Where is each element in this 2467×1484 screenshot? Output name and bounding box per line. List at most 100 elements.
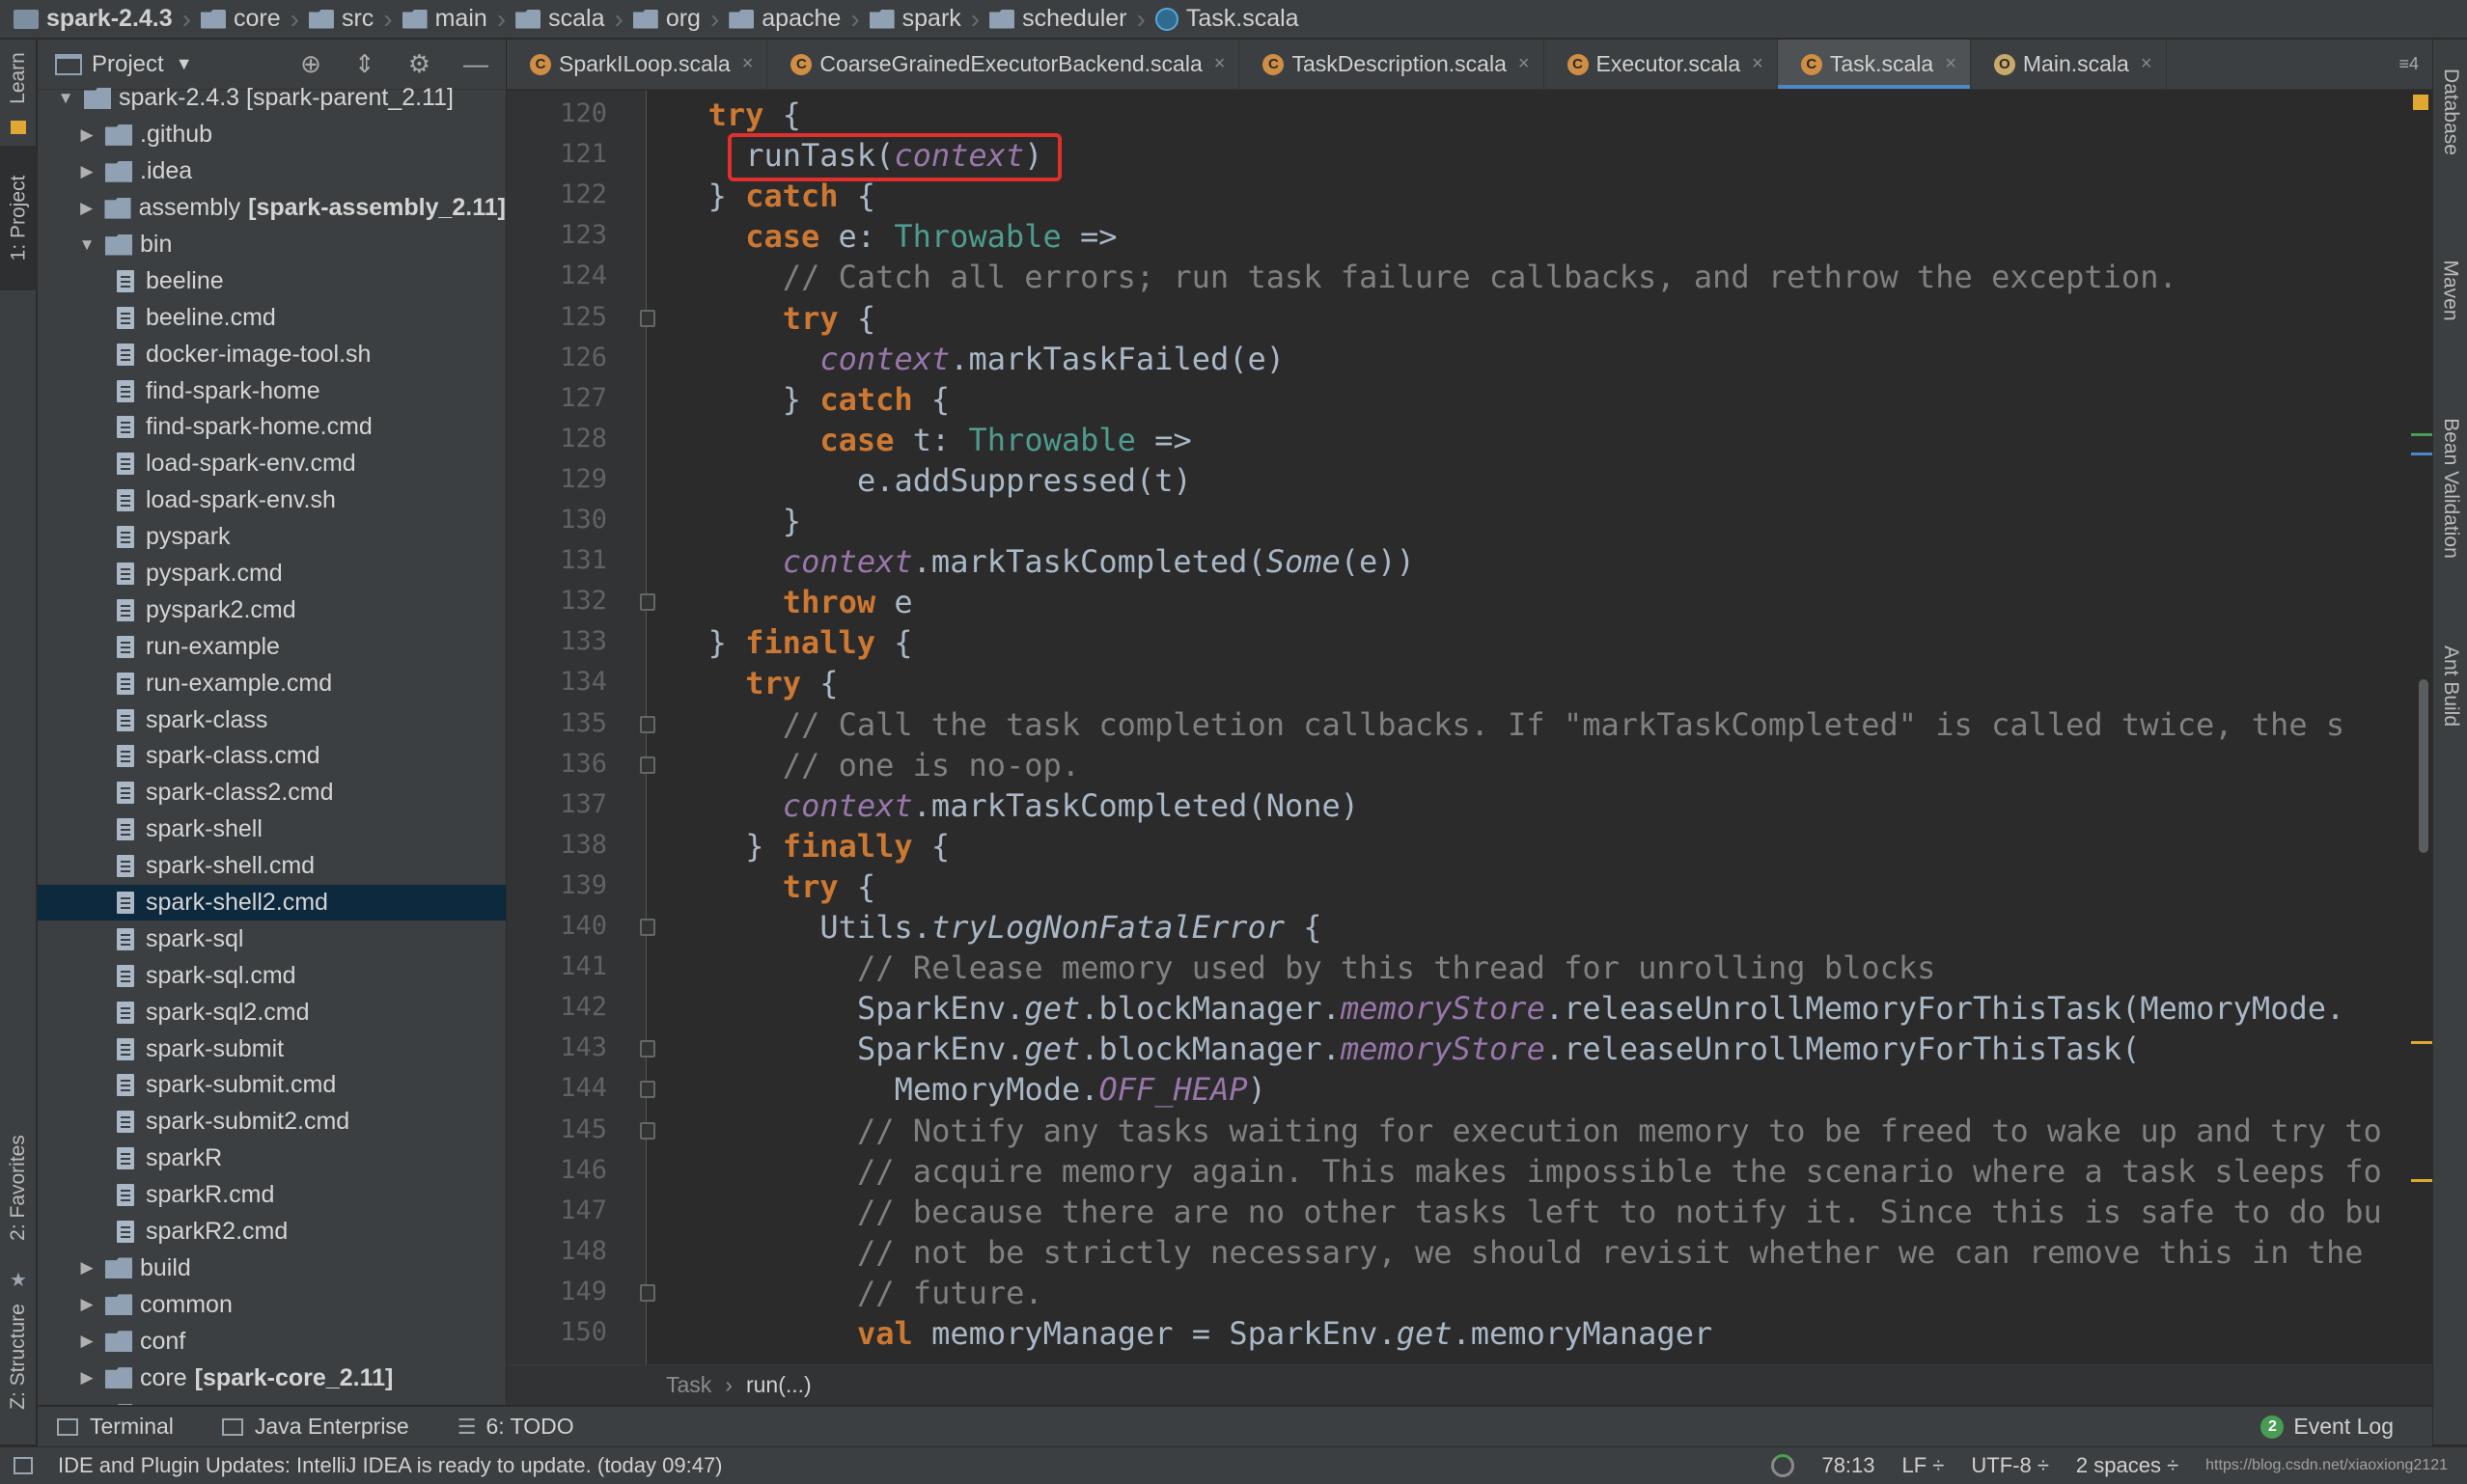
status-message[interactable]: IDE and Plugin Updates: IntelliJ IDEA is… (58, 1453, 723, 1478)
editor-tab[interactable]: C Task.scala × (1777, 40, 1971, 89)
breadcrumb-item[interactable]: spark (869, 5, 961, 33)
code-line[interactable]: } catch { (708, 176, 875, 216)
breadcrumb-item[interactable]: apache (729, 5, 841, 33)
tree-file[interactable]: find-spark-home.cmd (38, 409, 506, 446)
expand-right-icon[interactable]: ▶ (78, 1368, 96, 1388)
expand-right-icon[interactable]: ▶ (78, 125, 96, 145)
learn-tab[interactable]: Learn (0, 40, 37, 117)
editor-tab[interactable]: O Main.scala × (1971, 40, 2167, 89)
chevron-down-icon[interactable]: ▼ (176, 54, 193, 74)
close-icon[interactable]: × (1752, 53, 1763, 75)
terminal-button[interactable]: Terminal (57, 1414, 174, 1440)
editor-tab[interactable]: C CoarseGrainedExecutorBackend.scala × (767, 40, 1240, 89)
code-line[interactable]: } catch { (783, 379, 950, 420)
tab-overflow-button[interactable]: ≡4 (2398, 40, 2432, 89)
tree-file[interactable]: spark-class.cmd (38, 738, 506, 775)
tree-file[interactable]: docker-image-tool.sh (38, 336, 506, 372)
breadcrumb-item[interactable]: main (402, 5, 487, 33)
favorites-tool-tab[interactable]: 2: Favorites (0, 1111, 37, 1265)
code-line[interactable]: context.markTaskCompleted(None) (783, 785, 1359, 826)
code-line[interactable]: } (783, 501, 801, 541)
editor-tab[interactable]: C TaskDescription.scala × (1239, 40, 1544, 89)
code-line[interactable]: case e: Throwable => (745, 216, 1117, 257)
expand-down-icon[interactable]: ▼ (78, 235, 96, 255)
change-marker[interactable] (2411, 433, 2432, 436)
tree-folder[interactable]: ▶ assembly [spark-assembly_2.11] (38, 190, 506, 227)
tree-file[interactable]: spark-class (38, 701, 506, 738)
tree-file[interactable]: load-spark-env.cmd (38, 446, 506, 482)
tree-file[interactable]: sparkR (38, 1140, 506, 1177)
editor-scrollbar[interactable] (2409, 91, 2432, 1364)
tree-file[interactable]: find-spark-home (38, 372, 506, 409)
warning-stripe[interactable] (2411, 1041, 2432, 1044)
code-line[interactable]: MemoryMode.OFF_HEAP) (895, 1069, 1266, 1110)
code-line[interactable]: // Release memory used by this thread fo… (857, 948, 1935, 988)
code-line[interactable]: // acquire memory again. This makes impo… (857, 1151, 2382, 1192)
code-line[interactable]: // Notify any tasks waiting for executio… (857, 1111, 2382, 1151)
expand-right-icon[interactable]: ▶ (78, 162, 96, 181)
warning-stripe[interactable] (2411, 1179, 2432, 1182)
code-line[interactable]: // Catch all errors; run task failure ca… (783, 257, 2177, 297)
tree-file[interactable]: sparkR2.cmd (38, 1214, 506, 1250)
expand-right-icon[interactable]: ▶ (78, 199, 95, 218)
tree-folder[interactable]: ▶ build (38, 1250, 506, 1287)
breadcrumb-class[interactable]: Task (666, 1372, 711, 1398)
fold-marker-icon[interactable] (640, 309, 655, 327)
tree-folder[interactable]: ▶ common (38, 1286, 506, 1323)
expand-right-icon[interactable]: ▶ (78, 1258, 96, 1278)
project-view-selector[interactable]: Project (92, 51, 164, 78)
tree-file[interactable]: load-spark-env.sh (38, 482, 506, 519)
tree-file[interactable]: spark-submit.cmd (38, 1067, 506, 1104)
warning-marker[interactable] (2413, 95, 2428, 110)
tree-file[interactable]: pyspark (38, 519, 506, 556)
file-encoding[interactable]: UTF-8 ÷ (1971, 1453, 2049, 1478)
tree-file[interactable]: pyspark2.cmd (38, 591, 506, 628)
code-line[interactable]: case t: Throwable => (819, 420, 1191, 460)
java-enterprise-button[interactable]: Java Enterprise (221, 1414, 409, 1440)
tree-file[interactable]: run-example (38, 628, 506, 665)
code-line[interactable]: try { (745, 663, 838, 703)
code-line[interactable]: // one is no-op. (783, 745, 1080, 785)
tree-file[interactable]: spark-sql2.cmd (38, 994, 506, 1031)
tree-file[interactable]: spark-shell.cmd (38, 848, 506, 885)
tree-folder[interactable]: ▶ .idea (38, 153, 506, 190)
tree-file[interactable]: spark-shell2.cmd (38, 884, 506, 921)
tree-file[interactable]: spark-submit (38, 1031, 506, 1067)
locate-icon[interactable]: ⊕ (300, 49, 321, 79)
caret-position[interactable]: 78:13 (1821, 1453, 1874, 1478)
breadcrumb-item[interactable]: scala (515, 5, 604, 33)
fold-marker-icon[interactable] (640, 1283, 655, 1302)
editor-tab[interactable]: C Executor.scala × (1544, 40, 1778, 89)
code-line[interactable]: try { (708, 95, 801, 135)
fold-marker-icon[interactable] (640, 1121, 655, 1140)
bean-validation-tool-tab[interactable]: Bean Validation (2433, 363, 2467, 614)
editor-tab[interactable]: C SparkILoop.scala × (507, 40, 768, 89)
breadcrumb-method[interactable]: run(...) (746, 1372, 812, 1398)
tree-file[interactable]: pyspark.cmd (38, 556, 506, 592)
close-icon[interactable]: × (1518, 53, 1530, 75)
ant-build-tool-tab[interactable]: Ant Build (2433, 590, 2467, 783)
breadcrumb-item[interactable]: src (308, 5, 374, 33)
close-icon[interactable]: × (742, 53, 754, 75)
breadcrumb-item[interactable]: core (200, 5, 281, 33)
tree-folder[interactable]: ▶ .github (38, 117, 506, 153)
code-line[interactable]: // future. (857, 1273, 1043, 1313)
fold-marker-icon[interactable] (640, 1081, 655, 1099)
tree-folder[interactable]: ▼ spark-2.4.3 [spark-parent_2.11] (38, 80, 506, 117)
tree-file[interactable]: beeline.cmd (38, 299, 506, 336)
fold-marker-icon[interactable] (640, 593, 655, 612)
code-line[interactable]: throw e (783, 582, 913, 622)
scroll-thumb[interactable] (2419, 679, 2428, 853)
code-line[interactable]: } finally { (708, 622, 913, 663)
tree-folder[interactable]: ▶ conf (38, 1323, 506, 1360)
breadcrumb-item[interactable]: Task.scala (1154, 5, 1299, 33)
tree-folder[interactable]: ▶ core [spark-core_2.11] (38, 1360, 506, 1396)
breadcrumb-item[interactable]: spark-2.4.3 (14, 5, 173, 33)
collapse-all-icon[interactable]: ⇕ (354, 49, 375, 79)
code-line[interactable]: // because there are no other tasks left… (857, 1192, 2382, 1232)
breadcrumb-item[interactable]: org (632, 5, 701, 33)
code-line[interactable]: SparkEnv.get.blockManager.memoryStore.re… (857, 988, 2344, 1029)
fold-marker-icon[interactable] (640, 919, 655, 936)
code-line[interactable]: try { (783, 866, 875, 907)
event-log-button[interactable]: 2 Event Log (2260, 1414, 2394, 1440)
